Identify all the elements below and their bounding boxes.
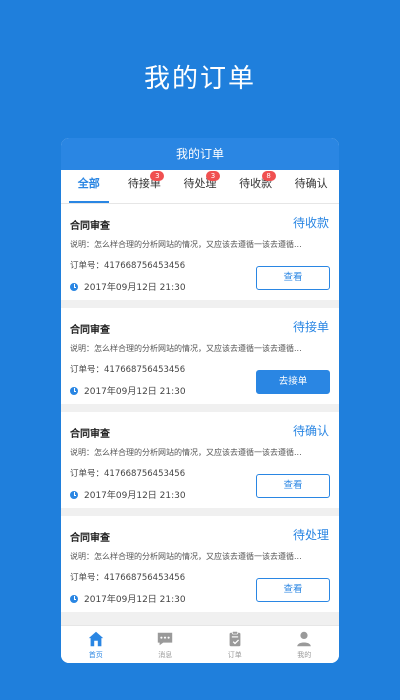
count-badge: 8 — [261, 171, 276, 181]
bottom-tabbar: 首页 消息 订单 我的 — [61, 625, 339, 663]
page-title: 我的订单 — [61, 138, 339, 170]
order-title: 合同审查 — [70, 325, 110, 336]
tabbar-label: 订单 — [227, 651, 242, 659]
order-number: 订单号：417668756453456 — [70, 469, 186, 479]
order-card[interactable]: 合同审查 待处理 说明：怎么样合理的分析网站的情况，又应该去遵循一该去遵循...… — [61, 516, 339, 612]
order-description: 说明：怎么样合理的分析网站的情况，又应该去遵循一该去遵循... — [70, 344, 302, 353]
tab-label: 待确认 — [294, 177, 328, 190]
order-card[interactable]: 合同审查 待接单 说明：怎么样合理的分析网站的情况，又应该去遵循一该去遵循...… — [61, 308, 339, 404]
order-title: 合同审查 — [70, 533, 110, 544]
message-icon — [158, 632, 173, 646]
tabbar-label: 首页 — [88, 651, 103, 659]
order-title: 合同审查 — [70, 221, 110, 232]
view-button[interactable]: 查看 — [256, 266, 330, 290]
tab-label: 全部 — [77, 177, 100, 190]
count-badge: 3 — [150, 171, 165, 181]
phone-screen: 我的订单 全部 待接单 3 待处理 3 待收款 8 待确认 合同审查 待收款 说… — [61, 138, 339, 663]
tabbar-item-profile[interactable]: 我的 — [270, 626, 340, 663]
accept-order-button[interactable]: 去接单 — [256, 370, 330, 394]
tab-pending-confirm[interactable]: 待确认 — [283, 169, 339, 203]
order-icon — [229, 630, 241, 647]
hero-title: 我的订单 — [143, 64, 256, 94]
user-icon — [297, 631, 311, 647]
order-number: 订单号：417668756453456 — [70, 573, 186, 583]
view-button[interactable]: 查看 — [256, 474, 330, 498]
tab-pending-payment[interactable]: 待收款 8 — [228, 169, 284, 203]
order-description: 说明：怎么样合理的分析网站的情况，又应该去遵循一该去遵循... — [70, 448, 302, 457]
order-tabs: 全部 待接单 3 待处理 3 待收款 8 待确认 — [61, 170, 339, 204]
clock-icon — [70, 490, 78, 499]
home-icon — [88, 631, 103, 647]
order-number: 订单号：417668756453456 — [70, 365, 186, 375]
order-time: 2017年09月12日 21:30 — [70, 592, 186, 605]
view-button[interactable]: 查看 — [256, 578, 330, 602]
order-card[interactable]: 合同审查 待收款 说明：怎么样合理的分析网站的情况，又应该去遵循一该去遵循...… — [61, 204, 339, 300]
tabbar-item-messages[interactable]: 消息 — [131, 626, 201, 663]
order-time: 2017年09月12日 21:30 — [70, 488, 186, 501]
status-badge: 待确认 — [292, 424, 329, 438]
tabbar-item-orders[interactable]: 订单 — [200, 626, 270, 663]
order-time-text: 2017年09月12日 21:30 — [84, 283, 186, 293]
clock-icon — [70, 594, 78, 603]
tabbar-label: 消息 — [158, 651, 173, 659]
status-badge: 待处理 — [292, 528, 329, 542]
tab-pending-process[interactable]: 待处理 3 — [172, 169, 228, 203]
tab-pending-accept[interactable]: 待接单 3 — [117, 169, 173, 203]
order-time: 2017年09月12日 21:30 — [70, 280, 186, 293]
status-badge: 待接单 — [292, 320, 329, 334]
order-title: 合同审查 — [70, 429, 110, 440]
order-description: 说明：怎么样合理的分析网站的情况，又应该去遵循一该去遵循... — [70, 240, 302, 249]
clock-icon — [70, 386, 78, 395]
order-list: 合同审查 待收款 说明：怎么样合理的分析网站的情况，又应该去遵循一该去遵循...… — [61, 204, 339, 612]
order-number: 订单号：417668756453456 — [70, 261, 186, 271]
order-time-text: 2017年09月12日 21:30 — [84, 491, 186, 501]
status-badge: 待收款 — [292, 216, 329, 230]
clock-icon — [70, 282, 78, 291]
order-card[interactable]: 合同审查 待确认 说明：怎么样合理的分析网站的情况，又应该去遵循一该去遵循...… — [61, 412, 339, 508]
order-time: 2017年09月12日 21:30 — [70, 384, 186, 397]
count-badge: 3 — [205, 171, 220, 181]
tab-all[interactable]: 全部 — [61, 169, 117, 203]
tabbar-item-home[interactable]: 首页 — [61, 626, 131, 663]
tabbar-label: 我的 — [297, 651, 312, 659]
order-description: 说明：怎么样合理的分析网站的情况，又应该去遵循一该去遵循... — [70, 552, 302, 561]
order-time-text: 2017年09月12日 21:30 — [84, 387, 186, 397]
order-time-text: 2017年09月12日 21:30 — [84, 595, 186, 605]
